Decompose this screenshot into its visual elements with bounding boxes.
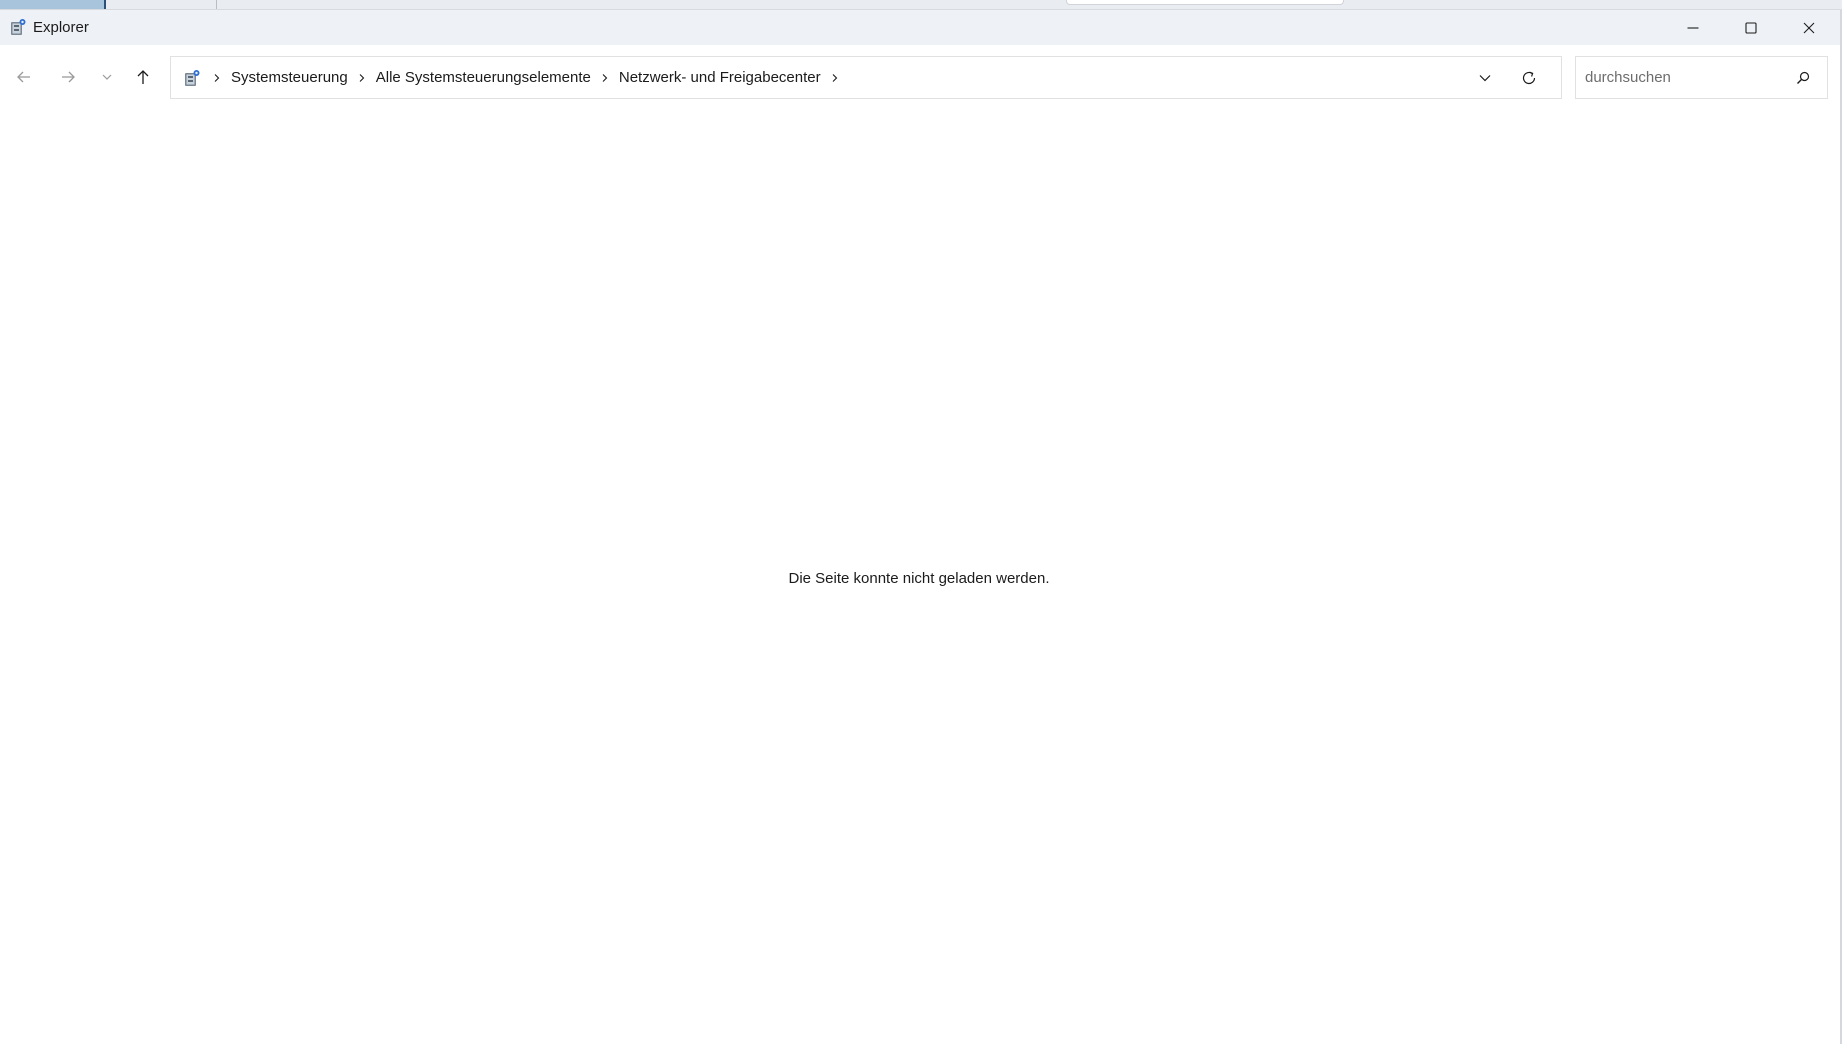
breadcrumb-item-netzwerk[interactable]: Netzwerk- und Freigabecenter xyxy=(618,68,822,87)
breadcrumb-separator[interactable] xyxy=(597,57,613,98)
chevron-right-icon xyxy=(359,73,365,82)
close-button[interactable] xyxy=(1780,10,1838,45)
chevron-right-icon xyxy=(602,73,608,82)
back-button[interactable] xyxy=(8,61,40,93)
background-taskbar-tab xyxy=(0,0,106,9)
recent-locations-button[interactable] xyxy=(91,61,123,93)
chevron-right-icon xyxy=(832,73,837,82)
control-panel-icon[interactable] xyxy=(183,69,201,87)
refresh-icon xyxy=(1522,71,1536,85)
chevron-down-icon xyxy=(1479,75,1491,82)
refresh-button[interactable] xyxy=(1513,62,1545,94)
navigation-bar: Systemsteuerung Alle Systemsteuerungsele… xyxy=(0,45,1842,107)
content-area: Die Seite konnte nicht geladen werden. xyxy=(0,107,1842,1044)
minimize-icon xyxy=(1687,26,1699,29)
arrow-right-icon xyxy=(62,71,75,83)
background-window-strip xyxy=(0,0,1842,10)
breadcrumb: Systemsteuerung Alle Systemsteuerungsele… xyxy=(183,57,848,98)
maximize-button[interactable] xyxy=(1722,10,1780,45)
window-title: Explorer xyxy=(33,19,89,36)
search-button[interactable] xyxy=(1792,67,1814,89)
search-input[interactable] xyxy=(1585,57,1785,98)
error-message: Die Seite konnte nicht geladen werden. xyxy=(788,570,1050,587)
maximize-icon xyxy=(1745,21,1757,34)
chevron-down-icon xyxy=(102,74,112,80)
up-button[interactable] xyxy=(127,61,159,93)
search-icon xyxy=(1797,71,1810,84)
chevron-right-icon xyxy=(214,73,220,82)
breadcrumb-item-systemsteuerung[interactable]: Systemsteuerung xyxy=(230,68,349,87)
breadcrumb-separator[interactable] xyxy=(827,57,843,98)
breadcrumb-item-alle-elemente[interactable]: Alle Systemsteuerungselemente xyxy=(375,68,592,87)
address-bar[interactable]: Systemsteuerung Alle Systemsteuerungsele… xyxy=(170,56,1562,99)
search-box[interactable] xyxy=(1575,56,1828,99)
control-panel-icon xyxy=(11,19,26,35)
background-pill xyxy=(1066,0,1344,5)
close-icon xyxy=(1803,22,1815,33)
address-history-button[interactable] xyxy=(1469,62,1501,94)
title-bar[interactable]: Explorer xyxy=(0,10,1842,45)
breadcrumb-separator[interactable] xyxy=(354,57,370,98)
minimize-button[interactable] xyxy=(1664,10,1722,45)
forward-button[interactable] xyxy=(52,61,84,93)
screen: Explorer Systemsteuerung Alle Systemsteu… xyxy=(0,0,1842,1044)
breadcrumb-separator[interactable] xyxy=(209,57,225,98)
background-divider xyxy=(216,0,217,9)
arrow-left-icon xyxy=(17,71,30,83)
arrow-up-icon xyxy=(137,70,149,84)
